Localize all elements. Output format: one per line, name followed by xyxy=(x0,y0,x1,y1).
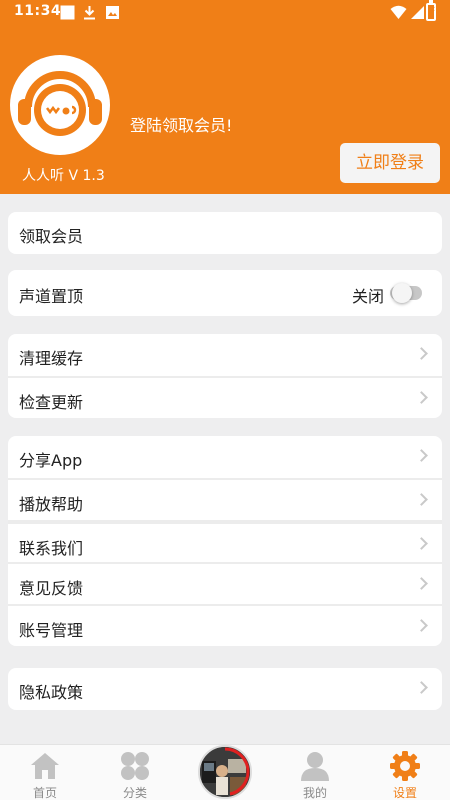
clear-cache-label: 清理缓存 xyxy=(19,349,84,368)
membership-label: 领取会员 xyxy=(19,227,84,246)
membership-card: 领取会员 xyxy=(8,212,442,254)
clear-cache-row[interactable]: 清理缓存 xyxy=(8,334,442,376)
grid-icon xyxy=(121,752,149,780)
feedback-row[interactable]: 意见反馈 xyxy=(8,562,442,604)
play-help-label: 播放帮助 xyxy=(19,495,84,514)
app-logo xyxy=(10,55,110,155)
membership-row[interactable]: 领取会员 xyxy=(8,212,442,254)
feedback-label: 意见反馈 xyxy=(19,579,84,598)
tab-settings-label: 设置 xyxy=(392,786,417,800)
tab-settings[interactable]: 设置 xyxy=(360,745,450,800)
chevron-right-icon xyxy=(415,391,428,404)
channel-top-row: 声道置顶 关闭 xyxy=(8,270,442,316)
chevron-right-icon xyxy=(415,493,428,506)
tab-category[interactable]: 分类 xyxy=(90,745,180,800)
check-update-label: 检查更新 xyxy=(19,393,84,412)
signal-icon xyxy=(411,6,424,19)
account-management-label: 账号管理 xyxy=(19,621,84,640)
share-app-label: 分享App xyxy=(19,451,83,470)
channel-top-label: 声道置顶 xyxy=(19,287,84,306)
contact-us-row[interactable]: 联系我们 xyxy=(8,520,442,562)
privacy-card: 隐私政策 xyxy=(8,668,442,710)
tab-mine[interactable]: 我的 xyxy=(270,745,360,800)
download-icon xyxy=(84,6,95,20)
privacy-policy-label: 隐私政策 xyxy=(19,683,84,702)
chevron-right-icon xyxy=(415,577,428,590)
privacy-policy-row[interactable]: 隐私政策 xyxy=(8,668,442,710)
notification-icon xyxy=(60,5,75,20)
tab-home-label: 首页 xyxy=(32,786,57,800)
tab-mine-label: 我的 xyxy=(302,786,327,800)
status-bar: 11:34 ⚡ xyxy=(0,0,450,26)
chevron-right-icon xyxy=(415,681,428,694)
chevron-right-icon xyxy=(415,537,428,550)
check-update-row[interactable]: 检查更新 xyxy=(8,376,442,418)
tab-home[interactable]: 首页 xyxy=(0,745,90,800)
profile-header: 11:34 ⚡ 人人听 V 1.3 登陆领取会员! 立即登录 xyxy=(0,0,450,194)
app-version: 人人听 V 1.3 xyxy=(22,168,105,184)
maintenance-card: 清理缓存 检查更新 xyxy=(8,334,442,418)
share-app-row[interactable]: 分享App xyxy=(8,436,442,478)
chevron-right-icon xyxy=(415,347,428,360)
wifi-icon xyxy=(390,5,407,19)
image-icon xyxy=(106,6,119,19)
chevron-right-icon xyxy=(415,449,428,462)
status-time: 11:34 xyxy=(14,3,62,19)
home-icon xyxy=(31,753,59,779)
general-card: 分享App 播放帮助 联系我们 意见反馈 账号管理 xyxy=(8,436,442,646)
toggle-thumb[interactable] xyxy=(392,283,412,303)
channel-top-card: 声道置顶 关闭 xyxy=(8,270,442,316)
battery-icon: ⚡ xyxy=(426,0,436,21)
account-management-row[interactable]: 账号管理 xyxy=(8,604,442,646)
user-icon xyxy=(301,752,329,781)
album-cover-image xyxy=(200,747,250,797)
play-help-row[interactable]: 播放帮助 xyxy=(8,478,442,520)
chevron-right-icon xyxy=(415,619,428,632)
tab-category-label: 分类 xyxy=(122,786,147,800)
toggle-state-label: 关闭 xyxy=(351,287,384,306)
login-prompt[interactable]: 登陆领取会员! xyxy=(130,112,232,136)
now-playing-button[interactable] xyxy=(198,745,252,799)
gear-icon xyxy=(390,751,420,781)
login-button[interactable]: 立即登录 xyxy=(340,143,440,183)
contact-us-label: 联系我们 xyxy=(19,539,84,558)
